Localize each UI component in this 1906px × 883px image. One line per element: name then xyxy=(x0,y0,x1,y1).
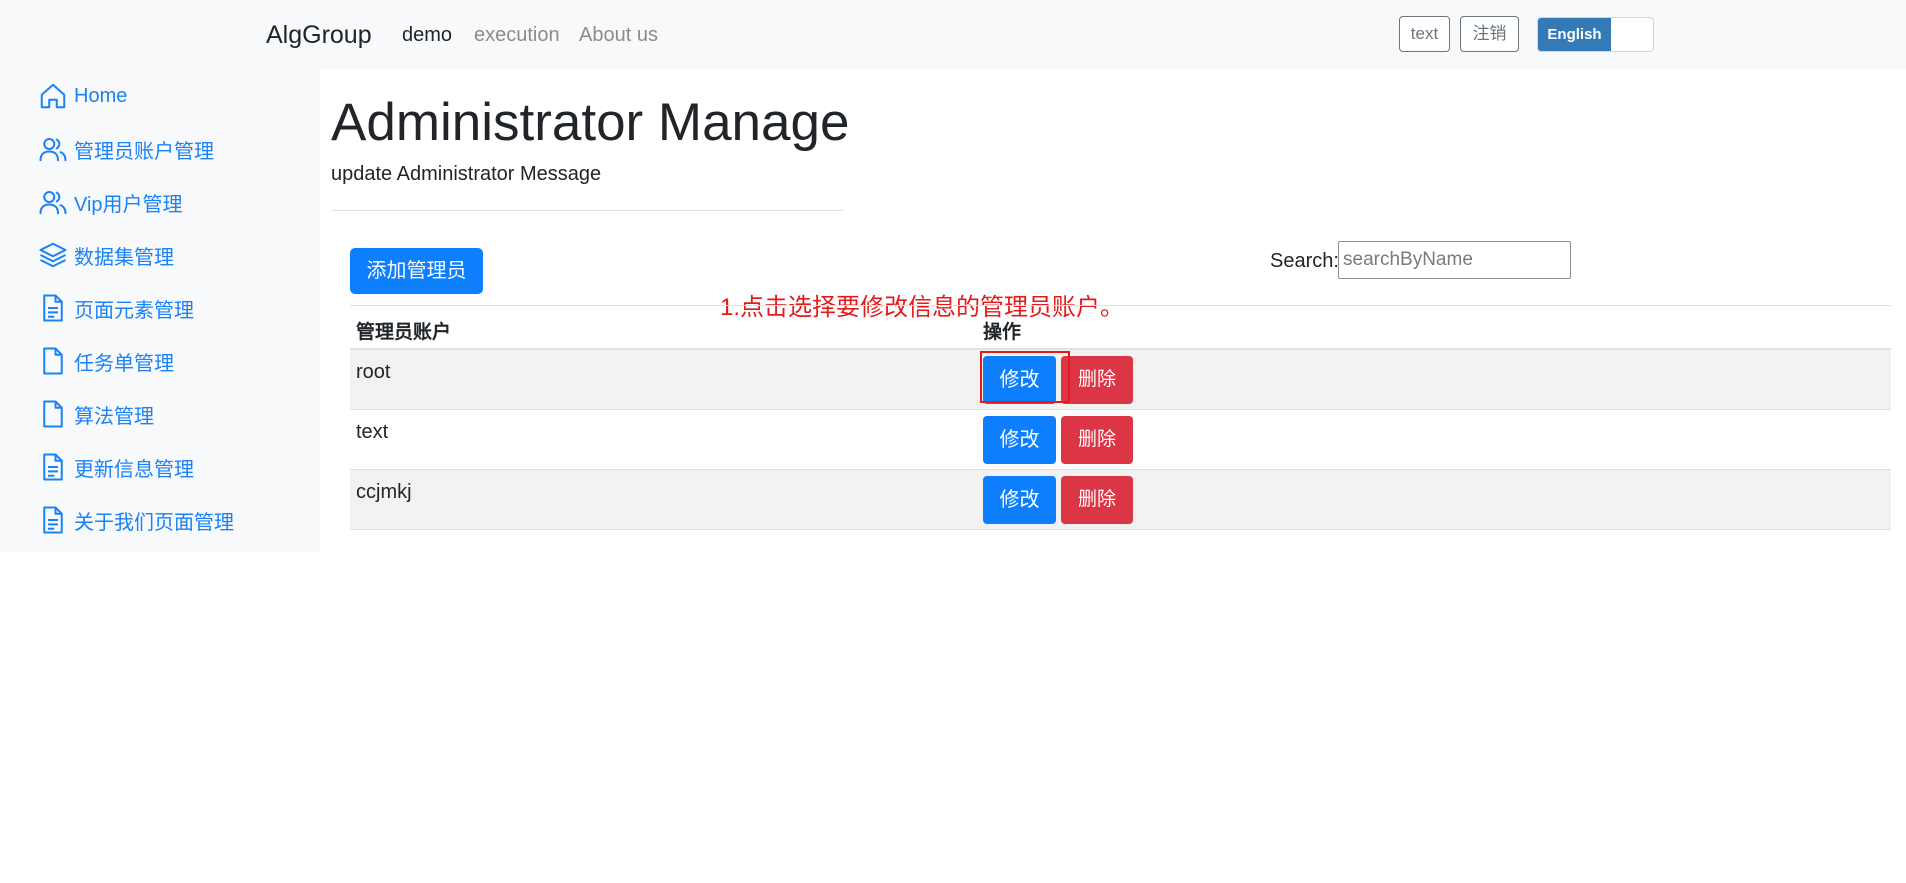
file-icon xyxy=(43,347,63,375)
sidebar-item-label: 关于我们页面管理 xyxy=(74,511,234,534)
annotation-highlight-box xyxy=(980,351,1070,403)
search-input[interactable] xyxy=(1338,241,1571,279)
delete-button[interactable]: 删除 xyxy=(1061,356,1133,404)
sidebar: Home 管理员账户管理 Vip用户管理 数据集管理 页面元素管理 任务单管理 xyxy=(0,69,320,552)
account-name-cell: text xyxy=(356,421,389,443)
sidebar-item-label: Vip用户管理 xyxy=(74,193,183,216)
logout-button[interactable]: 注销 xyxy=(1460,16,1519,52)
delete-button[interactable]: 删除 xyxy=(1061,476,1133,524)
table-row: root 修改 删除 xyxy=(350,350,1891,410)
sidebar-item-datasets[interactable]: 数据集管理 xyxy=(38,240,174,270)
user-button[interactable]: text xyxy=(1399,16,1450,52)
search-label: Search: xyxy=(1270,250,1339,272)
sidebar-item-updates[interactable]: 更新信息管理 xyxy=(38,452,194,482)
layers-icon xyxy=(39,242,67,268)
home-icon xyxy=(40,83,66,109)
sidebar-item-label: 数据集管理 xyxy=(74,246,174,269)
brand-logo[interactable]: AlgGroup xyxy=(266,21,372,50)
document-icon xyxy=(43,294,63,322)
edit-button[interactable]: 修改 xyxy=(983,476,1056,524)
nav-link-demo[interactable]: demo xyxy=(402,24,452,47)
sidebar-item-page-elements[interactable]: 页面元素管理 xyxy=(38,293,194,323)
sidebar-item-label: 任务单管理 xyxy=(74,352,174,375)
edit-button[interactable]: 修改 xyxy=(983,416,1056,464)
sidebar-item-tasks[interactable]: 任务单管理 xyxy=(38,346,174,376)
sidebar-item-label: 管理员账户管理 xyxy=(74,140,214,163)
top-navbar: AlgGroup demo execution About us text 注销… xyxy=(0,0,1906,69)
table-row: text 修改 删除 xyxy=(350,410,1891,470)
sidebar-item-vip-users[interactable]: Vip用户管理 xyxy=(38,187,183,217)
language-toggle[interactable]: English xyxy=(1537,17,1654,52)
sidebar-item-label: Home xyxy=(74,84,128,107)
nav-link-about-us[interactable]: About us xyxy=(579,24,658,47)
sidebar-item-admin-accounts[interactable]: 管理员账户管理 xyxy=(38,134,214,164)
sidebar-item-about-page[interactable]: 关于我们页面管理 xyxy=(38,505,234,535)
sidebar-item-algorithms[interactable]: 算法管理 xyxy=(38,399,154,429)
document-icon xyxy=(43,506,63,534)
account-name-cell: ccjmkj xyxy=(356,481,412,503)
sidebar-item-label: 页面元素管理 xyxy=(74,299,194,322)
sidebar-item-label: 更新信息管理 xyxy=(74,458,194,481)
delete-button[interactable]: 删除 xyxy=(1061,416,1133,464)
table-row: ccjmkj 修改 删除 xyxy=(350,470,1891,530)
column-header-actions: 操作 xyxy=(983,322,1022,343)
add-admin-button[interactable]: 添加管理员 xyxy=(350,248,483,294)
column-header-account: 管理员账户 xyxy=(356,322,452,343)
table-top-border xyxy=(350,305,1891,306)
document-icon xyxy=(43,453,63,481)
account-name-cell: root xyxy=(356,361,391,383)
language-toggle-label: English xyxy=(1538,18,1611,51)
nav-link-execution[interactable]: execution xyxy=(474,24,560,47)
page-title: Administrator Manage xyxy=(331,93,850,152)
sidebar-item-home[interactable]: Home xyxy=(38,81,127,111)
users-icon xyxy=(39,138,67,162)
file-icon xyxy=(43,400,63,428)
sidebar-item-label: 算法管理 xyxy=(74,405,154,428)
users-icon xyxy=(39,191,67,215)
title-divider xyxy=(331,210,843,211)
page-subtitle: update Administrator Message xyxy=(331,163,602,185)
